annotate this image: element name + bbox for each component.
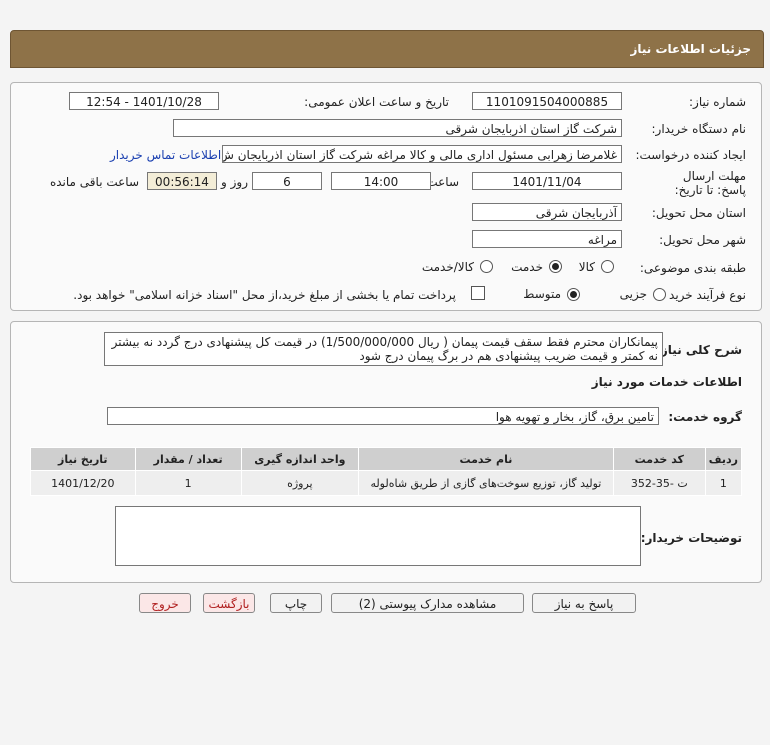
- deadline-days-field: 6: [252, 172, 322, 190]
- need-info-panel: [10, 82, 762, 311]
- buyer-notes-field: [115, 506, 641, 566]
- deadline-label-text: مهلت ارسال پاسخ: تا تاریخ:: [674, 169, 746, 197]
- cell-quantity: 1: [134, 470, 242, 496]
- col-quantity: تعداد / مقدار: [134, 447, 242, 471]
- requester-field: غلامرضا زهرابی مسئول اداری مالی و کالا م…: [222, 145, 622, 163]
- delivery-province-field: آذربایجان شرقی: [472, 203, 622, 221]
- buyer-org-field: شرکت گاز استان اذربایجان شرقی: [173, 119, 622, 137]
- page-title: جزئیات اطلاعات نیاز: [630, 42, 751, 56]
- process-radio-minor[interactable]: [653, 288, 666, 301]
- category-radio-goods-service[interactable]: [480, 260, 493, 273]
- delivery-city-label: شهر محل تحویل:: [659, 233, 746, 247]
- col-need-date: تاریخ نیاز: [30, 447, 136, 471]
- purchase-process-label: نوع فرآیند خرید :: [661, 288, 746, 302]
- requester-label: ایجاد کننده درخواست:: [635, 148, 746, 162]
- treasury-note: پرداخت تمام یا بخشی از مبلغ خرید،از محل …: [73, 288, 456, 302]
- deadline-time-label: ساعت: [426, 175, 459, 189]
- description-field: پیمانکاران محترم فقط سقف قیمت پیمان ( ری…: [104, 332, 663, 366]
- process-option-minor: جزیی: [619, 287, 647, 301]
- need-number-label: شماره نیاز:: [689, 95, 746, 109]
- deadline-label: مهلت ارسال پاسخ: تا تاریخ:: [658, 169, 746, 197]
- buyer-notes-label: توضیحات خریدار:: [640, 531, 742, 545]
- delivery-city-field: مراغه: [472, 230, 622, 248]
- col-unit: واحد اندازه گیری: [240, 447, 359, 471]
- remaining-time-label: ساعت باقی مانده: [49, 175, 139, 189]
- announce-datetime-label: تاریخ و ساعت اعلان عمومی:: [304, 95, 449, 109]
- services-section-title: اطلاعات خدمات مورد نیاز: [591, 375, 742, 389]
- buyer-contact-link[interactable]: اطلاعات تماس خریدار: [110, 148, 221, 162]
- reply-button[interactable]: پاسخ به نیاز: [532, 593, 636, 613]
- table-header-row: ردیف کد خدمت نام خدمت واحد اندازه گیری ت…: [30, 447, 743, 471]
- services-table: ردیف کد خدمت نام خدمت واحد اندازه گیری ت…: [30, 447, 743, 496]
- remaining-time-field: 00:56:14: [147, 172, 217, 190]
- buyer-org-label: نام دستگاه خریدار:: [651, 122, 747, 136]
- attachments-button[interactable]: مشاهده مدارک پیوستی (2): [331, 593, 524, 613]
- announce-datetime-field: 1401/10/28 - 12:54: [69, 92, 219, 110]
- col-service-code: کد خدمت: [612, 447, 706, 471]
- table-row: 1 ت -35-352 تولید گاز، توزیع سوخت‌های گا…: [30, 470, 743, 496]
- cell-row: 1: [704, 470, 743, 496]
- col-row: ردیف: [704, 447, 743, 471]
- description-label: شرح کلی نیاز:: [656, 343, 742, 357]
- process-radio-medium[interactable]: [567, 288, 580, 301]
- cell-service-code: ت -35-352: [612, 470, 706, 496]
- cell-service-name: تولید گاز، توزیع سوخت‌های گازی از طریق ش…: [357, 470, 614, 496]
- category-label: طبقه بندی موضوعی:: [639, 261, 746, 275]
- category-radio-service[interactable]: [549, 260, 562, 273]
- print-button[interactable]: چاپ: [270, 593, 322, 613]
- cell-unit: پروژه: [240, 470, 359, 496]
- category-option-service: خدمت: [511, 260, 543, 274]
- process-option-medium: متوسط: [523, 287, 561, 301]
- deadline-days-label: روز و: [221, 175, 248, 189]
- deadline-time-field: 14:00: [331, 172, 431, 190]
- back-button[interactable]: بازگشت: [203, 593, 255, 613]
- col-service-name: نام خدمت: [357, 447, 614, 471]
- page-header: جزئیات اطلاعات نیاز: [10, 30, 764, 68]
- service-group-label: گروه خدمت:: [668, 410, 742, 424]
- deadline-date-field: 1401/11/04: [472, 172, 622, 190]
- cell-need-date: 1401/12/20: [30, 470, 136, 496]
- category-option-goods: کالا: [578, 260, 595, 274]
- delivery-province-label: استان محل تحویل:: [651, 206, 746, 220]
- category-option-goods-service: کالا/خدمت: [421, 260, 474, 274]
- service-group-field: تامین برق، گاز، بخار و تهویه هوا: [107, 407, 659, 425]
- treasury-checkbox[interactable]: [471, 286, 485, 300]
- category-radio-goods[interactable]: [601, 260, 614, 273]
- description-text: پیمانکاران محترم فقط سقف قیمت پیمان ( ری…: [111, 335, 658, 363]
- exit-button[interactable]: خروج: [139, 593, 191, 613]
- need-number-field: 1101091504000885: [472, 92, 622, 110]
